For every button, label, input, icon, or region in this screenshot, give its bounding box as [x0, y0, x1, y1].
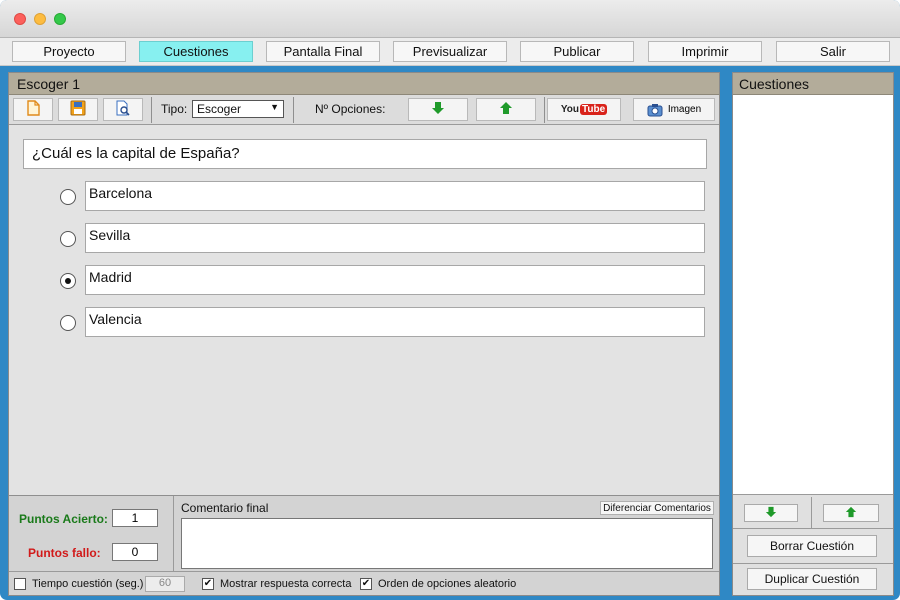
option-text-input[interactable]: Barcelona: [85, 181, 705, 211]
option-radio[interactable]: [60, 315, 76, 331]
mostrar-respuesta-checkbox[interactable]: ✔: [202, 578, 214, 590]
option-row: Madrid: [59, 265, 709, 295]
option-radio[interactable]: [60, 231, 76, 247]
footer-divider: [173, 496, 174, 571]
option-text-input[interactable]: Madrid: [85, 265, 705, 295]
increase-options-button[interactable]: [476, 98, 536, 121]
title-bar: [0, 0, 900, 38]
num-options-label: Nº Opciones:: [315, 102, 386, 116]
duplicar-cuestion-button[interactable]: Duplicar Cuestión: [747, 568, 877, 590]
menu-cuestiones[interactable]: Cuestiones: [139, 41, 253, 62]
new-file-icon: [26, 100, 40, 119]
menu-proyecto[interactable]: Proyecto: [12, 41, 126, 62]
tipo-select[interactable]: Escoger ▼: [192, 100, 284, 118]
move-question-down-button[interactable]: [744, 504, 798, 522]
menu-imprimir[interactable]: Imprimir: [648, 41, 762, 62]
option-radio[interactable]: [60, 189, 76, 205]
option-text-input[interactable]: Valencia: [85, 307, 705, 337]
button-divider: [811, 497, 812, 529]
decrease-options-button[interactable]: [408, 98, 468, 121]
imagen-button[interactable]: Imagen: [633, 98, 715, 121]
orden-aleatorio-label: Orden de opciones aleatorio: [378, 578, 517, 590]
toolbar-divider: [151, 97, 152, 123]
questions-list-title: Cuestiones: [733, 73, 893, 95]
side-divider: [733, 563, 893, 564]
question-editor-panel: Escoger 1 Tipo: Escoger ▼ Nº Opciones: Y…: [8, 72, 720, 596]
dropdown-caret-icon: ▼: [270, 102, 279, 112]
menu-previsualizar[interactable]: Previsualizar: [393, 41, 507, 62]
menu-pantalla-final[interactable]: Pantalla Final: [266, 41, 380, 62]
questions-list-panel: Cuestiones Borrar Cuestión Duplicar Cues…: [732, 72, 894, 596]
maximize-window-button[interactable]: [54, 13, 66, 25]
comentario-final-label: Comentario final: [181, 501, 269, 515]
imagen-label: Imagen: [667, 104, 702, 115]
diferenciar-comentarios-button[interactable]: Diferenciar Comentarios: [600, 501, 714, 515]
toolbar-divider: [293, 97, 294, 123]
close-window-button[interactable]: [14, 13, 26, 25]
save-button[interactable]: [58, 98, 98, 121]
option-radio-selected[interactable]: [60, 273, 76, 289]
arrow-up-icon: [845, 506, 857, 521]
tiempo-checkbox[interactable]: [14, 578, 26, 590]
youtube-you-text: You: [560, 104, 579, 115]
mostrar-respuesta-label: Mostrar respuesta correcta: [220, 578, 352, 590]
option-row: Valencia: [59, 307, 709, 337]
tiempo-label: Tiempo cuestión (seg.): [32, 578, 144, 590]
minimize-window-button[interactable]: [34, 13, 46, 25]
option-text-input[interactable]: Sevilla: [85, 223, 705, 253]
tipo-select-value: Escoger: [197, 102, 242, 116]
arrow-down-icon: [431, 101, 445, 118]
editor-toolbar: Tipo: Escoger ▼ Nº Opciones: You Tube Im…: [9, 95, 719, 125]
tipo-label: Tipo:: [161, 102, 188, 116]
orden-aleatorio-checkbox[interactable]: ✔: [360, 578, 372, 590]
borrar-cuestion-button[interactable]: Borrar Cuestión: [747, 535, 877, 557]
puntos-acierto-label: Puntos Acierto:: [19, 512, 108, 526]
menu-publicar[interactable]: Publicar: [520, 41, 634, 62]
youtube-icon: You Tube: [560, 104, 608, 115]
tiempo-input[interactable]: 60: [145, 576, 185, 592]
preview-icon: [115, 100, 131, 119]
puntos-acierto-input[interactable]: 1: [112, 509, 158, 527]
youtube-tube-text: Tube: [580, 104, 608, 115]
footer-divider: [9, 571, 719, 572]
camera-icon: [647, 103, 663, 117]
save-icon: [70, 100, 86, 119]
menu-salir[interactable]: Salir: [776, 41, 890, 62]
youtube-button[interactable]: You Tube: [547, 98, 621, 121]
option-row: Barcelona: [59, 181, 709, 211]
editor-title: Escoger 1: [9, 73, 719, 95]
questions-list[interactable]: [733, 95, 893, 495]
puntos-fallo-label: Puntos fallo:: [28, 546, 101, 560]
question-text-input[interactable]: ¿Cuál es la capital de España?: [23, 139, 707, 169]
main-menu-bar: Proyecto Cuestiones Pantalla Final Previ…: [0, 38, 900, 66]
option-row: Sevilla: [59, 223, 709, 253]
question-settings-footer: Puntos Acierto: 1 Puntos fallo: 0 Coment…: [9, 495, 719, 595]
toolbar-divider: [544, 97, 545, 123]
app-window: Proyecto Cuestiones Pantalla Final Previ…: [0, 0, 900, 600]
preview-question-button[interactable]: [103, 98, 143, 121]
reorder-button-row: [733, 497, 893, 529]
new-question-button[interactable]: [13, 98, 53, 121]
arrow-down-icon: [765, 506, 777, 521]
arrow-up-icon: [499, 101, 513, 118]
move-question-up-button[interactable]: [823, 504, 879, 522]
comentario-final-textarea[interactable]: [181, 518, 713, 569]
puntos-fallo-input[interactable]: 0: [112, 543, 158, 561]
